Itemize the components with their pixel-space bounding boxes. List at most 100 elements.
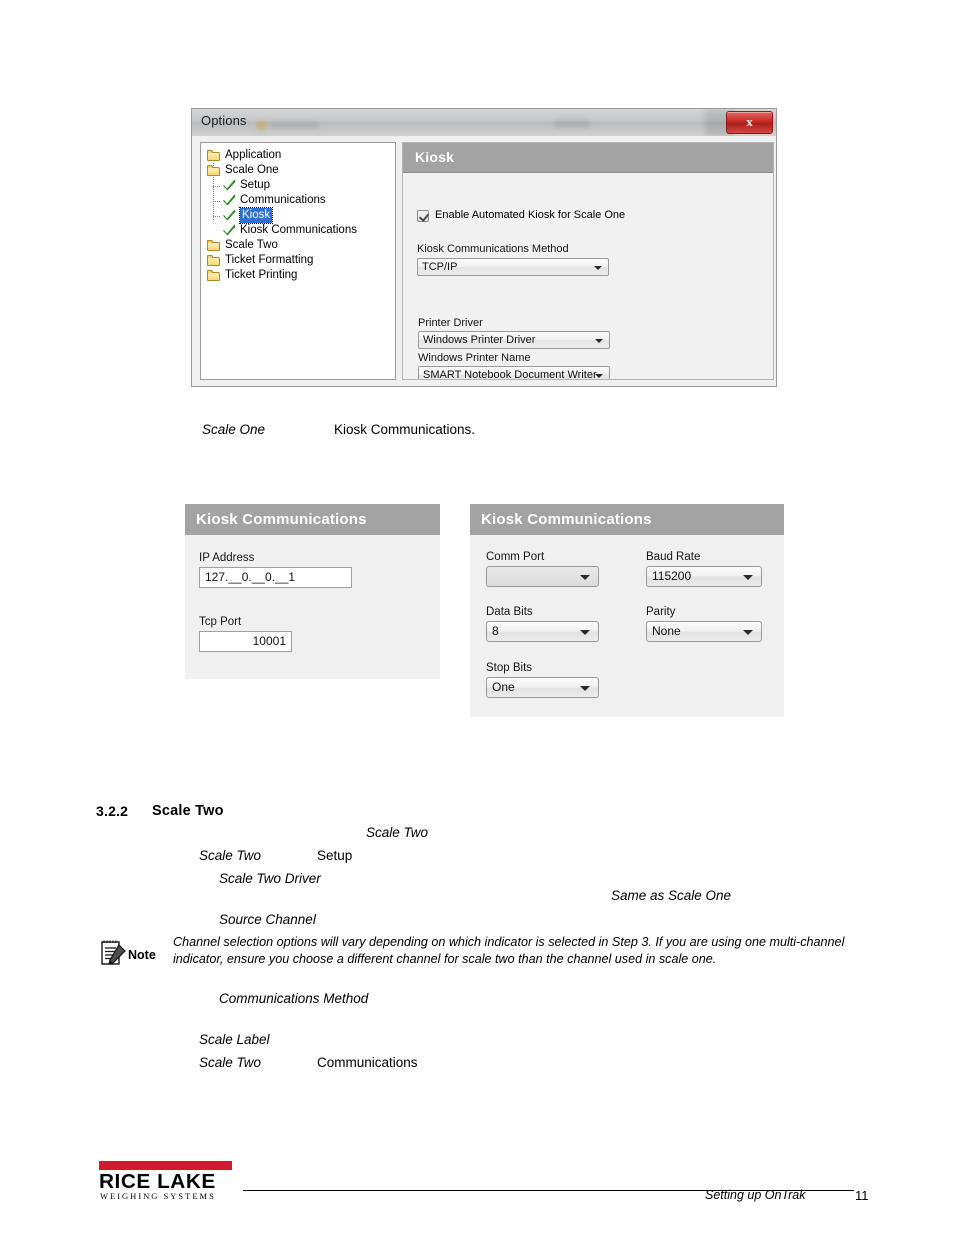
text-source-channel: Source Channel	[219, 912, 316, 927]
tree-item-ticket-formatting[interactable]: Ticket Formatting	[201, 253, 395, 268]
stop-bits-label: Stop Bits	[486, 662, 533, 674]
panel-header-label: Kiosk Communications	[481, 511, 652, 528]
tree-item-communications[interactable]: Communications	[201, 193, 395, 208]
stop-bits-value: One	[492, 680, 515, 694]
titlebar-ghost-artifact	[270, 122, 318, 129]
comm-port-select[interactable]	[486, 566, 599, 587]
tree-item-ticket-printing[interactable]: Ticket Printing	[201, 268, 395, 283]
text-same-as-scale-one: Same as Scale One	[611, 888, 732, 903]
page-number: 11	[855, 1188, 869, 1203]
text-scale-two-b: Scale Two	[199, 848, 262, 863]
parity-label: Parity	[646, 606, 676, 618]
enable-kiosk-checkbox-label: Enable Automated Kiosk for Scale One	[435, 209, 626, 221]
kiosk-panel-header: Kiosk	[403, 143, 773, 173]
tree-item-scale-one[interactable]: Scale One	[201, 163, 395, 178]
tree-item-application[interactable]: Application	[201, 148, 395, 163]
close-icon[interactable]: x	[726, 111, 773, 134]
green-check-icon	[223, 179, 236, 191]
note-label: Note	[128, 948, 156, 962]
caption-kiosk-communications: Kiosk Communications.	[334, 422, 476, 437]
tree-item-label: Setup	[240, 179, 271, 191]
folder-icon	[207, 164, 221, 176]
tree-item-label: Scale One	[225, 164, 279, 176]
note-icon	[99, 938, 129, 968]
text-scale-two-a: Scale Two	[366, 825, 429, 840]
text-scale-two-c: Scale Two	[199, 1055, 262, 1070]
tree-item-label: Application	[225, 149, 282, 161]
tree-item-label-selected: Kiosk	[238, 207, 274, 224]
titlebar-ghost-artifact	[555, 120, 589, 128]
text-scale-label: Scale Label	[199, 1032, 270, 1047]
comm-port-label: Comm Port	[486, 551, 545, 563]
tree-item-label: Ticket Printing	[225, 269, 298, 281]
caption-scale-one: Scale One	[202, 422, 266, 437]
tree-item-label: Scale Two	[225, 239, 278, 251]
note-text: Channel selection options will vary depe…	[173, 935, 845, 966]
folder-icon	[207, 239, 221, 251]
chevron-down-icon	[580, 630, 590, 635]
data-bits-label: Data Bits	[486, 606, 533, 618]
parity-value: None	[652, 624, 681, 638]
tree-item-label: Communications	[240, 194, 326, 206]
baud-rate-value: 115200	[652, 569, 692, 583]
logo-subtitle: WEIGHING SYSTEMS	[100, 1191, 216, 1201]
folder-icon	[207, 269, 221, 281]
printer-driver-select[interactable]: Windows Printer Driver	[418, 331, 610, 349]
tcp-port-input[interactable]: 10001	[199, 631, 292, 652]
options-dialog-screenshot: Options x Application Scale One Setup Co…	[191, 108, 777, 387]
green-check-icon	[223, 194, 236, 206]
chevron-down-icon	[580, 575, 590, 580]
green-check-icon	[223, 224, 236, 236]
tree-item-kiosk-communications[interactable]: Kiosk Communications	[201, 223, 395, 238]
dialog-title: Options	[201, 113, 247, 128]
tree-item-label: Ticket Formatting	[225, 254, 314, 266]
printer-name-label: Windows Printer Name	[418, 352, 531, 364]
logo-accent-bar	[99, 1161, 232, 1170]
chevron-down-icon	[743, 575, 753, 580]
panel-header: Kiosk Communications	[470, 504, 784, 535]
comm-method-select[interactable]: TCP/IP	[417, 258, 609, 276]
kiosk-panel-header-label: Kiosk	[415, 149, 455, 165]
chevron-down-icon	[580, 686, 590, 691]
ip-address-input[interactable]: 127.__0.__0.__1	[199, 567, 352, 588]
dialog-body: Application Scale One Setup Communicatio…	[192, 136, 776, 386]
comm-method-value: TCP/IP	[422, 261, 458, 273]
folder-icon	[207, 254, 221, 266]
comm-method-label: Kiosk Communications Method	[417, 243, 569, 255]
panel-header-label: Kiosk Communications	[196, 511, 367, 528]
stop-bits-select[interactable]: One	[486, 677, 599, 698]
chevron-down-icon	[594, 266, 602, 270]
data-bits-value: 8	[492, 624, 499, 638]
chevron-down-icon	[595, 339, 603, 343]
tree-item-label: Kiosk Communications	[240, 224, 357, 236]
printer-name-select[interactable]: SMART Notebook Document Writer	[418, 366, 610, 380]
printer-driver-value: Windows Printer Driver	[423, 334, 536, 346]
ip-address-label: IP Address	[199, 552, 255, 564]
parity-select[interactable]: None	[646, 621, 762, 642]
text-scale-two-driver: Scale Two Driver	[219, 871, 321, 886]
printer-driver-label: Printer Driver	[418, 317, 483, 329]
text-communications: Communications	[317, 1055, 418, 1070]
options-tree[interactable]: Application Scale One Setup Communicatio…	[200, 142, 396, 380]
kiosk-communications-serial-panel: Kiosk Communications Comm Port Baud Rate…	[470, 504, 784, 717]
dialog-titlebar[interactable]: Options x	[192, 109, 776, 137]
tree-item-setup[interactable]: Setup	[201, 178, 395, 193]
text-setup: Setup	[317, 848, 353, 863]
green-check-icon	[223, 209, 236, 221]
kiosk-communications-tcp-panel: Kiosk Communications IP Address 127.__0.…	[185, 504, 440, 679]
baud-rate-label: Baud Rate	[646, 551, 701, 563]
titlebar-ghost-artifact	[257, 121, 266, 130]
printer-name-value: SMART Notebook Document Writer	[423, 369, 597, 380]
chevron-down-icon	[743, 630, 753, 635]
panel-header: Kiosk Communications	[185, 504, 440, 535]
options-content-panel: Kiosk Enable Automated Kiosk for Scale O…	[402, 142, 774, 380]
section-title: Scale Two	[152, 803, 224, 819]
chevron-down-icon	[595, 374, 603, 378]
baud-rate-select[interactable]: 115200	[646, 566, 762, 587]
enable-kiosk-checkbox[interactable]	[417, 210, 429, 222]
footer-caption: Setting up OnTrak	[705, 1188, 806, 1202]
data-bits-select[interactable]: 8	[486, 621, 599, 642]
tree-item-kiosk[interactable]: Kiosk	[201, 207, 395, 224]
rice-lake-logo: RICE LAKE WEIGHING SYSTEMS	[99, 1161, 235, 1201]
tree-item-scale-two[interactable]: Scale Two	[201, 238, 395, 253]
